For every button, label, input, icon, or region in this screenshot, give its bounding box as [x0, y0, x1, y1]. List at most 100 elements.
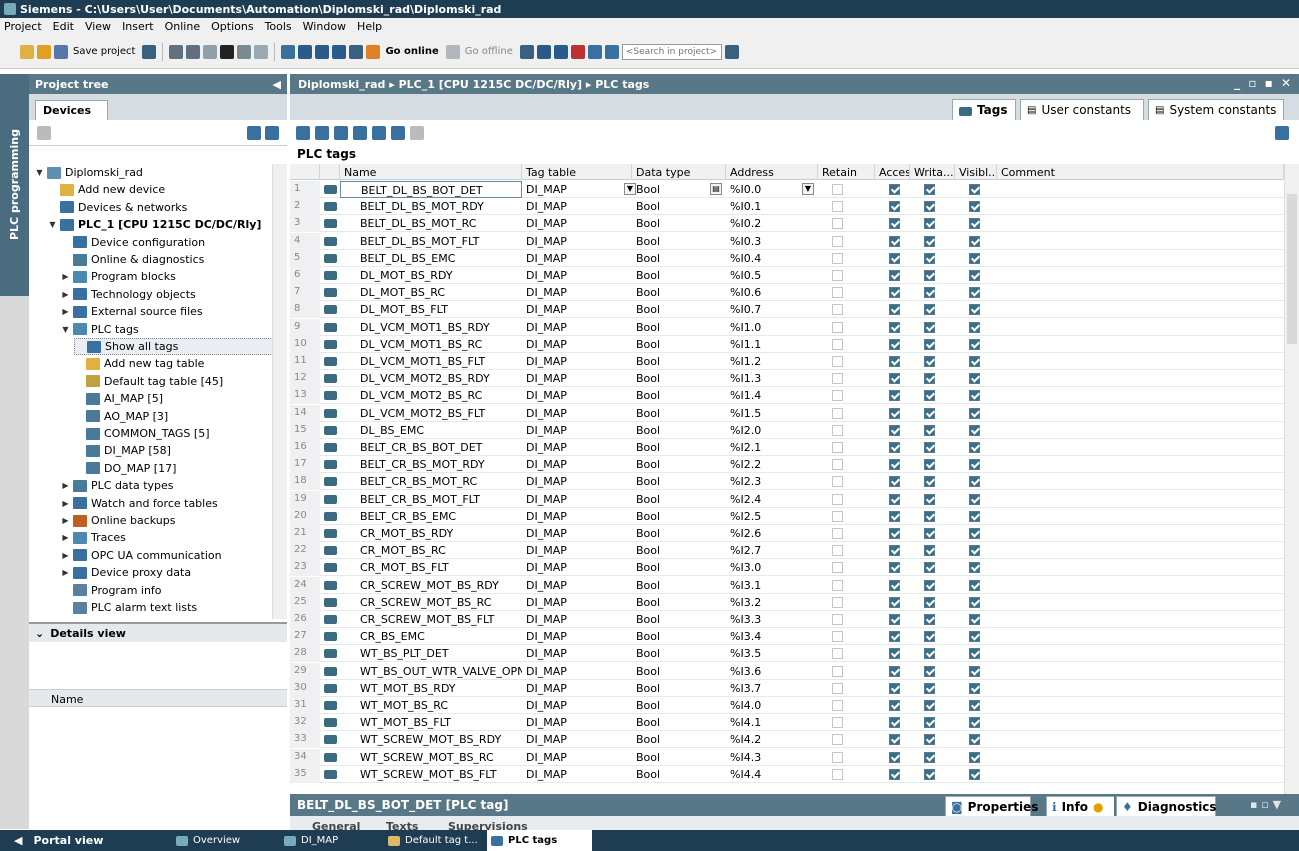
tree-item[interactable]: PLC alarm text lists [61, 599, 197, 616]
address-cell[interactable]: %I1.4 [726, 387, 818, 404]
menu-help[interactable]: Help [357, 20, 382, 33]
data-type-cell[interactable]: Bool [632, 559, 726, 576]
tag-table-cell[interactable]: DI_MAP [522, 319, 632, 336]
tag-table-cell[interactable]: DI_MAP [522, 577, 632, 594]
data-type-cell[interactable]: Bool [632, 508, 726, 525]
tag-name-cell[interactable]: BELT_DL_BS_MOT_RC [340, 215, 522, 232]
data-type-cell[interactable]: Bool [632, 267, 726, 284]
visible-checkbox[interactable] [969, 356, 980, 367]
accessible-checkbox[interactable] [889, 768, 900, 780]
visible-checkbox[interactable] [969, 442, 980, 453]
tag-name-cell[interactable]: DL_VCM_MOT1_BS_RDY [340, 319, 522, 336]
accessible-checkbox[interactable] [889, 424, 900, 436]
go-online-button[interactable]: Go online [385, 46, 438, 57]
writable-checkbox[interactable] [924, 218, 935, 230]
tag-name-cell[interactable]: BELT_CR_BS_BOT_DET [340, 439, 522, 456]
address-cell[interactable]: %I3.7 [726, 680, 818, 697]
search-in-project-input[interactable] [621, 43, 722, 60]
writable-checkbox[interactable] [924, 373, 935, 385]
data-type-picker-icon[interactable]: ▤ [710, 183, 722, 195]
devices-tab[interactable]: Devices [35, 100, 108, 120]
address-cell[interactable]: %I1.1 [726, 336, 818, 353]
retain-checkbox[interactable] [832, 338, 843, 350]
table-scrollbar[interactable] [1284, 164, 1299, 794]
undo-icon[interactable] [237, 44, 252, 59]
tag-name-cell[interactable]: DL_BS_EMC [340, 422, 522, 439]
table-row[interactable]: 29 WT_BS_OUT_WTR_VALVE_OPN DI_MAP Bool %I3.6 [290, 662, 1284, 680]
simulation-icon[interactable] [349, 44, 364, 59]
collapsed-arrow-icon[interactable]: ▶ [61, 568, 70, 577]
comment-cell[interactable] [997, 387, 1284, 404]
retain-checkbox[interactable] [832, 545, 843, 557]
tag-name-cell[interactable]: DL_MOT_BS_RDY [340, 267, 522, 284]
comment-cell[interactable] [997, 353, 1284, 370]
accessible-checkbox[interactable] [889, 304, 900, 316]
expanded-arrow-icon[interactable]: ▼ [61, 325, 70, 334]
visible-checkbox[interactable] [969, 751, 980, 763]
column-header[interactable]: Data type [632, 164, 726, 180]
retain-checkbox[interactable] [832, 459, 843, 471]
di-map-button[interactable]: DI_MAP [280, 830, 380, 851]
filter-icon[interactable] [391, 126, 405, 140]
data-type-cell[interactable]: Bool [632, 594, 726, 611]
retain-checkbox[interactable] [832, 321, 843, 333]
data-type-cell[interactable]: Bool [632, 439, 726, 456]
project-view-icon[interactable] [37, 126, 51, 140]
address-cell[interactable]: %I4.1 [726, 714, 818, 731]
accessible-checkbox[interactable] [889, 579, 900, 591]
retain-checkbox[interactable] [832, 201, 843, 213]
table-row[interactable]: 26 CR_SCREW_MOT_BS_FLT DI_MAP Bool %I3.3 [290, 611, 1284, 628]
data-type-cell[interactable]: Bool [632, 250, 726, 267]
go-offline-button[interactable]: Go offline [465, 46, 513, 57]
visible-checkbox[interactable] [969, 184, 980, 195]
tag-name-cell[interactable]: CR_MOT_BS_FLT [340, 559, 522, 576]
retain-checkbox[interactable] [832, 700, 843, 711]
tree-item[interactable]: DO_MAP [17] [74, 460, 176, 477]
tag-table-cell[interactable]: DI_MAP [522, 439, 632, 456]
split-vertical-icon[interactable] [604, 44, 619, 59]
address-cell[interactable]: %I2.2 [726, 456, 818, 473]
visible-checkbox[interactable] [969, 459, 980, 471]
address-cell[interactable]: %I3.4 [726, 628, 818, 645]
tree-item[interactable]: Device configuration [61, 234, 205, 251]
accessible-checkbox[interactable] [889, 562, 900, 574]
table-row[interactable]: 32 WT_MOT_BS_FLT DI_MAP Bool %I4.1 [290, 714, 1284, 732]
retain-checkbox[interactable] [832, 390, 843, 402]
tag-name-cell[interactable]: BELT_DL_BS_EMC [340, 250, 522, 267]
table-row[interactable]: 1 BELT_DL_BS_BOT_DET DI_MAP Bool %I0.0 ▼ ▤ ▼ [290, 181, 1284, 198]
comment-cell[interactable] [997, 697, 1284, 714]
table-row[interactable]: 19 BELT_CR_BS_MOT_FLT DI_MAP Bool %I2.4 [290, 490, 1284, 508]
tag-name-cell[interactable]: WT_MOT_BS_RC [340, 697, 522, 714]
column-header[interactable]: Retain [818, 164, 875, 180]
tab-diagnostics[interactable]: ♦ Diagnostics [1116, 796, 1217, 816]
table-row[interactable]: 11 DL_VCM_MOT1_BS_FLT DI_MAP Bool %I1.2 [290, 353, 1284, 370]
tag-name-cell[interactable]: BELT_DL_BS_BOT_DET [340, 181, 522, 198]
tag-name-cell[interactable]: CR_SCREW_MOT_BS_RC [340, 594, 522, 611]
tag-name-cell[interactable]: BELT_DL_BS_MOT_FLT [340, 233, 522, 250]
data-type-cell[interactable]: Bool [632, 215, 726, 232]
tag-name-cell[interactable]: BELT_CR_BS_EMC [340, 508, 522, 525]
visible-checkbox[interactable] [969, 510, 980, 522]
copy-icon[interactable] [186, 44, 201, 59]
tag-name-cell[interactable]: CR_SCREW_MOT_BS_FLT [340, 611, 522, 628]
accessible-checkbox[interactable] [889, 700, 900, 711]
table-row[interactable]: 4 BELT_DL_BS_MOT_FLT DI_MAP Bool %I0.3 [290, 232, 1284, 250]
tree-item[interactable]: Add new device [48, 181, 165, 198]
retain-checkbox[interactable] [832, 665, 843, 677]
writable-checkbox[interactable] [924, 493, 935, 505]
data-type-cell[interactable]: Bool [632, 749, 726, 766]
visible-checkbox[interactable] [969, 614, 980, 625]
tag-table-cell[interactable]: DI_MAP [522, 181, 632, 198]
comment-cell[interactable] [997, 628, 1284, 645]
address-cell[interactable]: %I4.3 [726, 749, 818, 766]
tab-user-constants[interactable]: ▤ User constants [1020, 99, 1144, 120]
tree-item[interactable]: Show all tags [74, 338, 279, 355]
table-row[interactable]: 23 CR_MOT_BS_FLT DI_MAP Bool %I3.0 [290, 559, 1284, 577]
tag-table-cell[interactable]: DI_MAP [522, 525, 632, 542]
writable-checkbox[interactable] [924, 700, 935, 711]
tag-table-dropdown-icon[interactable]: ▼ [624, 183, 636, 195]
collapsed-arrow-icon[interactable]: ▶ [61, 272, 70, 281]
tag-name-cell[interactable]: WT_SCREW_MOT_BS_FLT [340, 766, 522, 783]
data-type-cell[interactable]: Bool [632, 370, 726, 387]
table-row[interactable]: 14 DL_VCM_MOT2_BS_FLT DI_MAP Bool %I1.5 [290, 404, 1284, 422]
